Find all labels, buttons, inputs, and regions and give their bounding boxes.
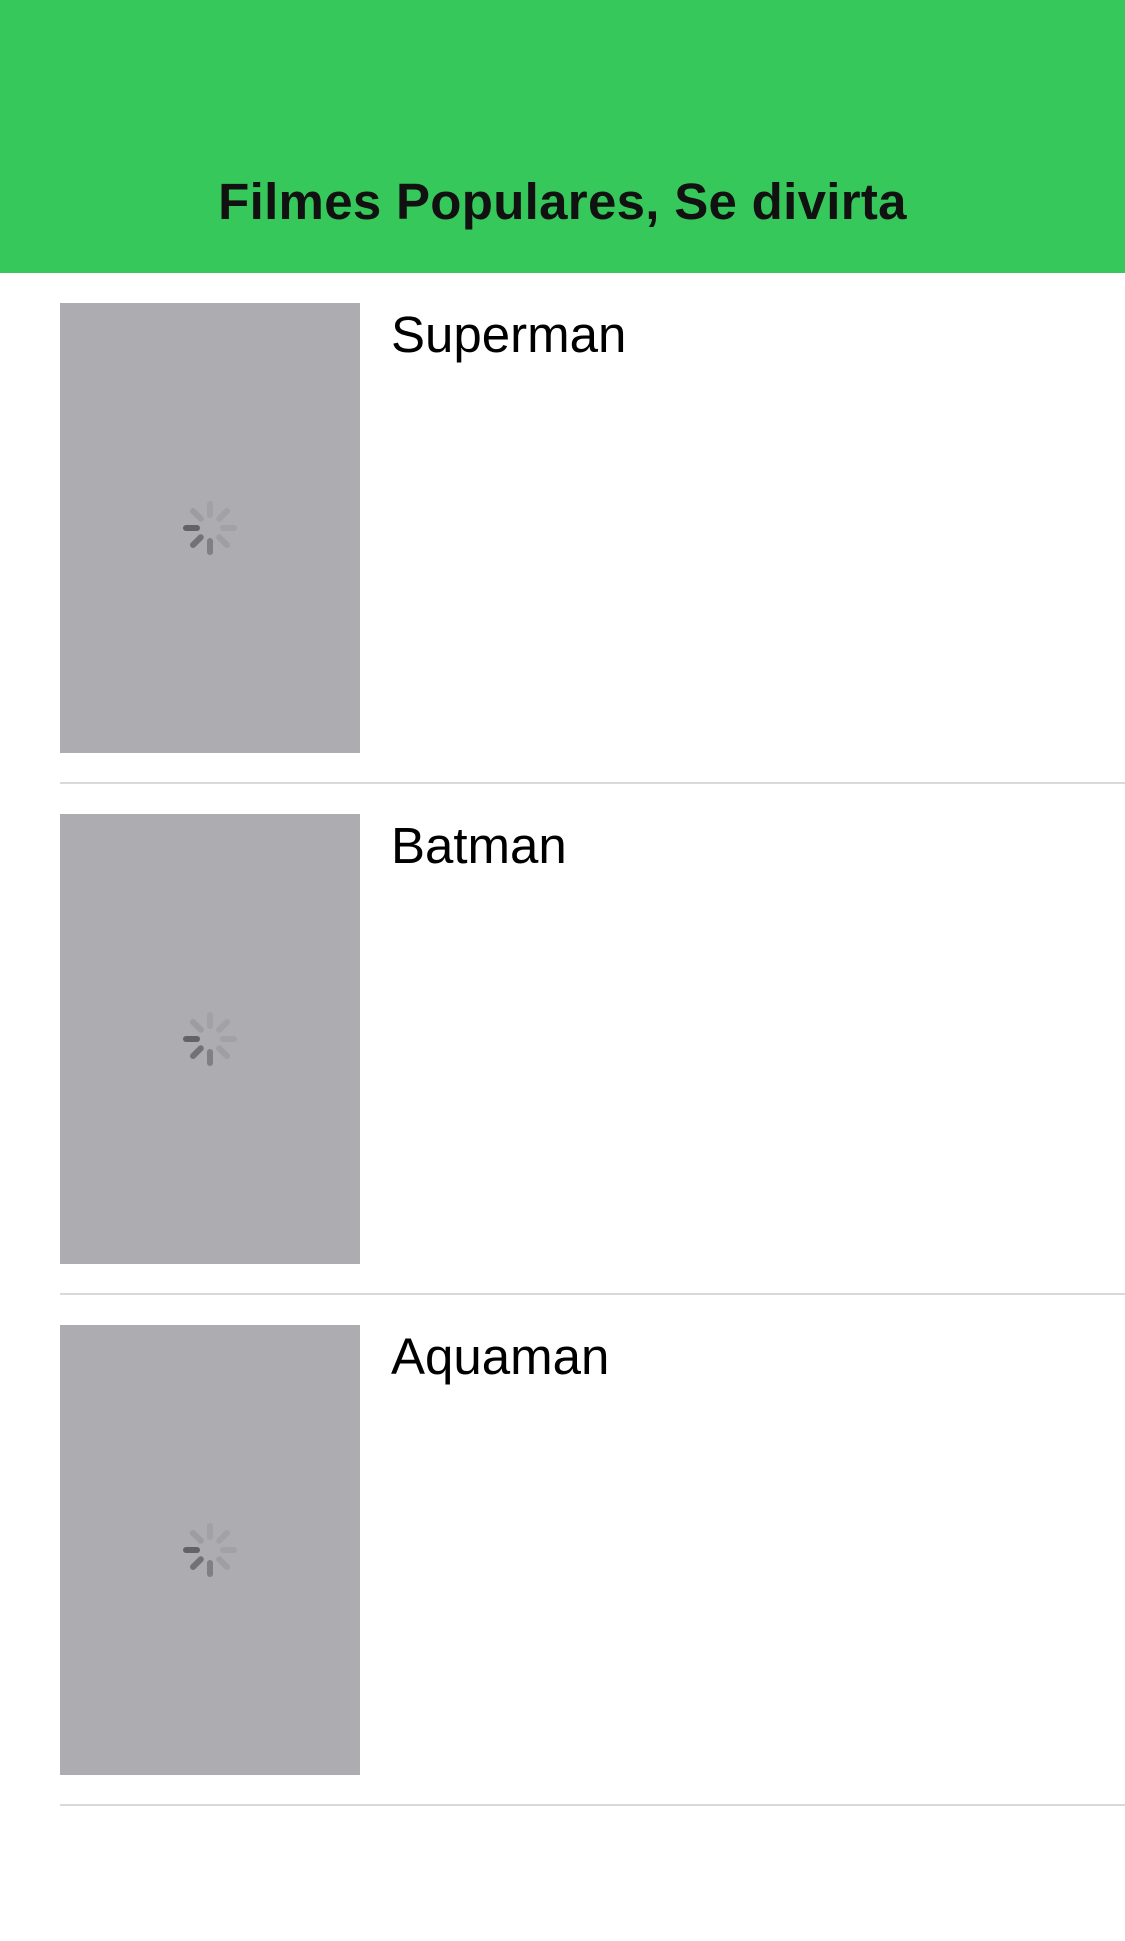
loading-spinner-icon xyxy=(183,501,237,555)
movie-poster xyxy=(60,1325,360,1775)
movie-poster xyxy=(60,303,360,753)
movie-row-aquaman[interactable]: Aquaman xyxy=(0,1295,1125,1806)
page-title: Filmes Populares, Se divirta xyxy=(218,173,907,230)
movie-list[interactable]: Superman Batman Aquaman xyxy=(0,273,1125,1806)
movie-title: Batman xyxy=(391,817,567,874)
loading-spinner-icon xyxy=(183,1523,237,1577)
movie-title: Aquaman xyxy=(391,1328,610,1385)
row-separator xyxy=(60,1804,1125,1806)
loading-spinner-icon xyxy=(183,1012,237,1066)
navigation-bar: Filmes Populares, Se divirta xyxy=(0,0,1125,273)
movie-title: Superman xyxy=(391,306,627,363)
movie-row-superman[interactable]: Superman xyxy=(0,273,1125,784)
movie-poster xyxy=(60,814,360,1264)
movie-row-batman[interactable]: Batman xyxy=(0,784,1125,1295)
